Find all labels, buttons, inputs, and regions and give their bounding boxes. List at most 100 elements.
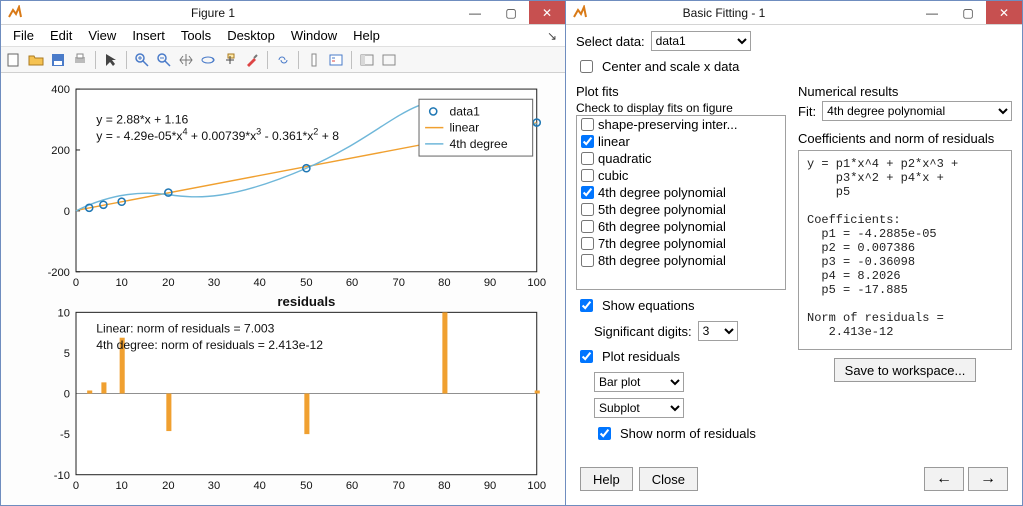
show-norm-residuals-label: Show norm of residuals <box>620 426 756 441</box>
bottom-axes[interactable]: 10 5 0 -5 -10 0 10 20 30 40 50 60 70 80 … <box>54 307 546 492</box>
link-icon[interactable] <box>274 51 292 69</box>
numerical-results-column: Numerical results Fit: 4th degree polyno… <box>798 82 1012 461</box>
fit-checkbox[interactable] <box>581 186 594 199</box>
fit-checkbox[interactable] <box>581 237 594 250</box>
print-icon[interactable] <box>71 51 89 69</box>
pan-icon[interactable] <box>177 51 195 69</box>
menu-edit[interactable]: Edit <box>42 26 80 45</box>
prev-page-arrow-button[interactable]: ← <box>924 467 964 491</box>
show-equations-label: Show equations <box>602 298 695 313</box>
fit-checkbox[interactable] <box>581 152 594 165</box>
matlab-logo-icon <box>7 5 23 21</box>
minimize-button[interactable]: — <box>914 1 950 24</box>
fit-list[interactable]: shape-preserving inter... linear quadrat… <box>576 115 786 290</box>
svg-text:40: 40 <box>253 480 265 492</box>
fit-checkbox[interactable] <box>581 169 594 182</box>
menu-help[interactable]: Help <box>345 26 388 45</box>
menu-file[interactable]: File <box>5 26 42 45</box>
svg-text:10: 10 <box>115 277 127 289</box>
select-data-dropdown[interactable]: data1 <box>651 31 751 51</box>
close-dialog-button[interactable]: Close <box>639 467 698 491</box>
show-norm-residuals-checkbox[interactable] <box>598 427 611 440</box>
insert-colorbar-icon[interactable] <box>305 51 323 69</box>
rotate-3d-icon[interactable] <box>199 51 217 69</box>
plot-residuals-checkbox[interactable] <box>580 350 593 363</box>
fit-option-quadratic: quadratic <box>577 150 785 167</box>
brush-icon[interactable] <box>243 51 261 69</box>
center-scale-checkbox[interactable] <box>580 60 593 73</box>
svg-text:linear: linear <box>449 121 479 135</box>
eq-linear: y = 2.88*x + 1.16 <box>96 113 188 127</box>
fit-checkbox[interactable] <box>581 203 594 216</box>
figure-toolbar <box>1 47 565 73</box>
fit-select-label: Fit: <box>798 104 816 119</box>
next-page-arrow-button[interactable]: → <box>968 467 1008 491</box>
menu-tools[interactable]: Tools <box>173 26 219 45</box>
svg-text:80: 80 <box>438 277 450 289</box>
fit-checkbox[interactable] <box>581 220 594 233</box>
plot-fits-column: Plot fits Check to display fits on figur… <box>576 82 786 461</box>
show-equations-checkbox[interactable] <box>580 299 593 312</box>
close-button[interactable]: ✕ <box>529 1 565 24</box>
figure-legend[interactable]: data1 linear 4th degree <box>419 99 533 156</box>
zoom-out-icon[interactable] <box>155 51 173 69</box>
fit-checkbox[interactable] <box>581 135 594 148</box>
save-icon[interactable] <box>49 51 67 69</box>
sig-digits-dropdown[interactable]: 3 <box>698 321 738 341</box>
menu-window[interactable]: Window <box>283 26 345 45</box>
close-button[interactable]: ✕ <box>986 1 1022 24</box>
results-textbox[interactable]: y = p1*x^4 + p2*x^3 + p3*x^2 + p4*x + p5… <box>798 150 1012 350</box>
figure-title: Figure 1 <box>29 6 457 20</box>
fit-option-label: 4th degree polynomial <box>598 185 726 200</box>
fit-option-shape: shape-preserving inter... <box>577 116 785 133</box>
maximize-button[interactable]: ▢ <box>950 1 986 24</box>
figure-window-buttons: — ▢ ✕ <box>457 1 565 24</box>
svg-text:50: 50 <box>300 277 312 289</box>
bottom-y-ticks: 10 5 0 -5 -10 <box>54 307 70 481</box>
insert-legend-icon[interactable] <box>327 51 345 69</box>
top-axes[interactable]: 400 200 0 -200 0 10 20 30 40 50 60 70 80… <box>48 84 546 289</box>
fit-checkbox[interactable] <box>581 254 594 267</box>
menu-insert[interactable]: Insert <box>124 26 173 45</box>
svg-text:60: 60 <box>346 277 358 289</box>
open-icon[interactable] <box>27 51 45 69</box>
help-button[interactable]: Help <box>580 467 633 491</box>
figure-menubar: File Edit View Insert Tools Desktop Wind… <box>1 25 565 47</box>
coeff-label: Coefficients and norm of residuals <box>798 131 1012 146</box>
svg-text:60: 60 <box>346 480 358 492</box>
svg-text:5: 5 <box>64 348 70 360</box>
residuals-location-dropdown[interactable]: Subplot <box>594 398 684 418</box>
svg-text:20: 20 <box>162 277 174 289</box>
minimize-button[interactable]: — <box>457 1 493 24</box>
matlab-logo-icon <box>572 5 588 21</box>
new-figure-icon[interactable] <box>5 51 23 69</box>
toolbar-separator <box>298 51 299 69</box>
hide-plot-tools-icon[interactable] <box>358 51 376 69</box>
svg-text:-10: -10 <box>54 470 70 482</box>
figure-window: Figure 1 — ▢ ✕ File Edit View Insert Too… <box>0 0 566 506</box>
fit-option-label: 7th degree polynomial <box>598 236 726 251</box>
menu-desktop[interactable]: Desktop <box>219 26 283 45</box>
residuals-plot-type-dropdown[interactable]: Bar plot <box>594 372 684 392</box>
numerical-results-label: Numerical results <box>798 84 1012 99</box>
save-to-workspace-button[interactable]: Save to workspace... <box>834 358 977 382</box>
svg-text:50: 50 <box>300 480 312 492</box>
plot-fits-label: Plot fits <box>576 84 786 99</box>
fit-option-6th: 6th degree polynomial <box>577 218 785 235</box>
maximize-button[interactable]: ▢ <box>493 1 529 24</box>
fit-option-label: linear <box>598 134 630 149</box>
check-fits-label: Check to display fits on figure <box>576 101 786 115</box>
menu-view[interactable]: View <box>80 26 124 45</box>
fit-option-label: quadratic <box>598 151 651 166</box>
resid-norm-poly4: 4th degree: norm of residuals = 2.413e-1… <box>96 338 323 352</box>
svg-text:20: 20 <box>162 480 174 492</box>
fit-checkbox[interactable] <box>581 118 594 131</box>
edit-plot-arrow-icon[interactable] <box>102 51 120 69</box>
zoom-in-icon[interactable] <box>133 51 151 69</box>
show-plot-tools-icon[interactable] <box>380 51 398 69</box>
menubar-corner-icon[interactable]: ↘ <box>547 29 561 43</box>
fit-result-dropdown[interactable]: 4th degree polynomial <box>822 101 1012 121</box>
data-cursor-icon[interactable] <box>221 51 239 69</box>
fit-option-5th: 5th degree polynomial <box>577 201 785 218</box>
svg-text:0: 0 <box>73 480 79 492</box>
